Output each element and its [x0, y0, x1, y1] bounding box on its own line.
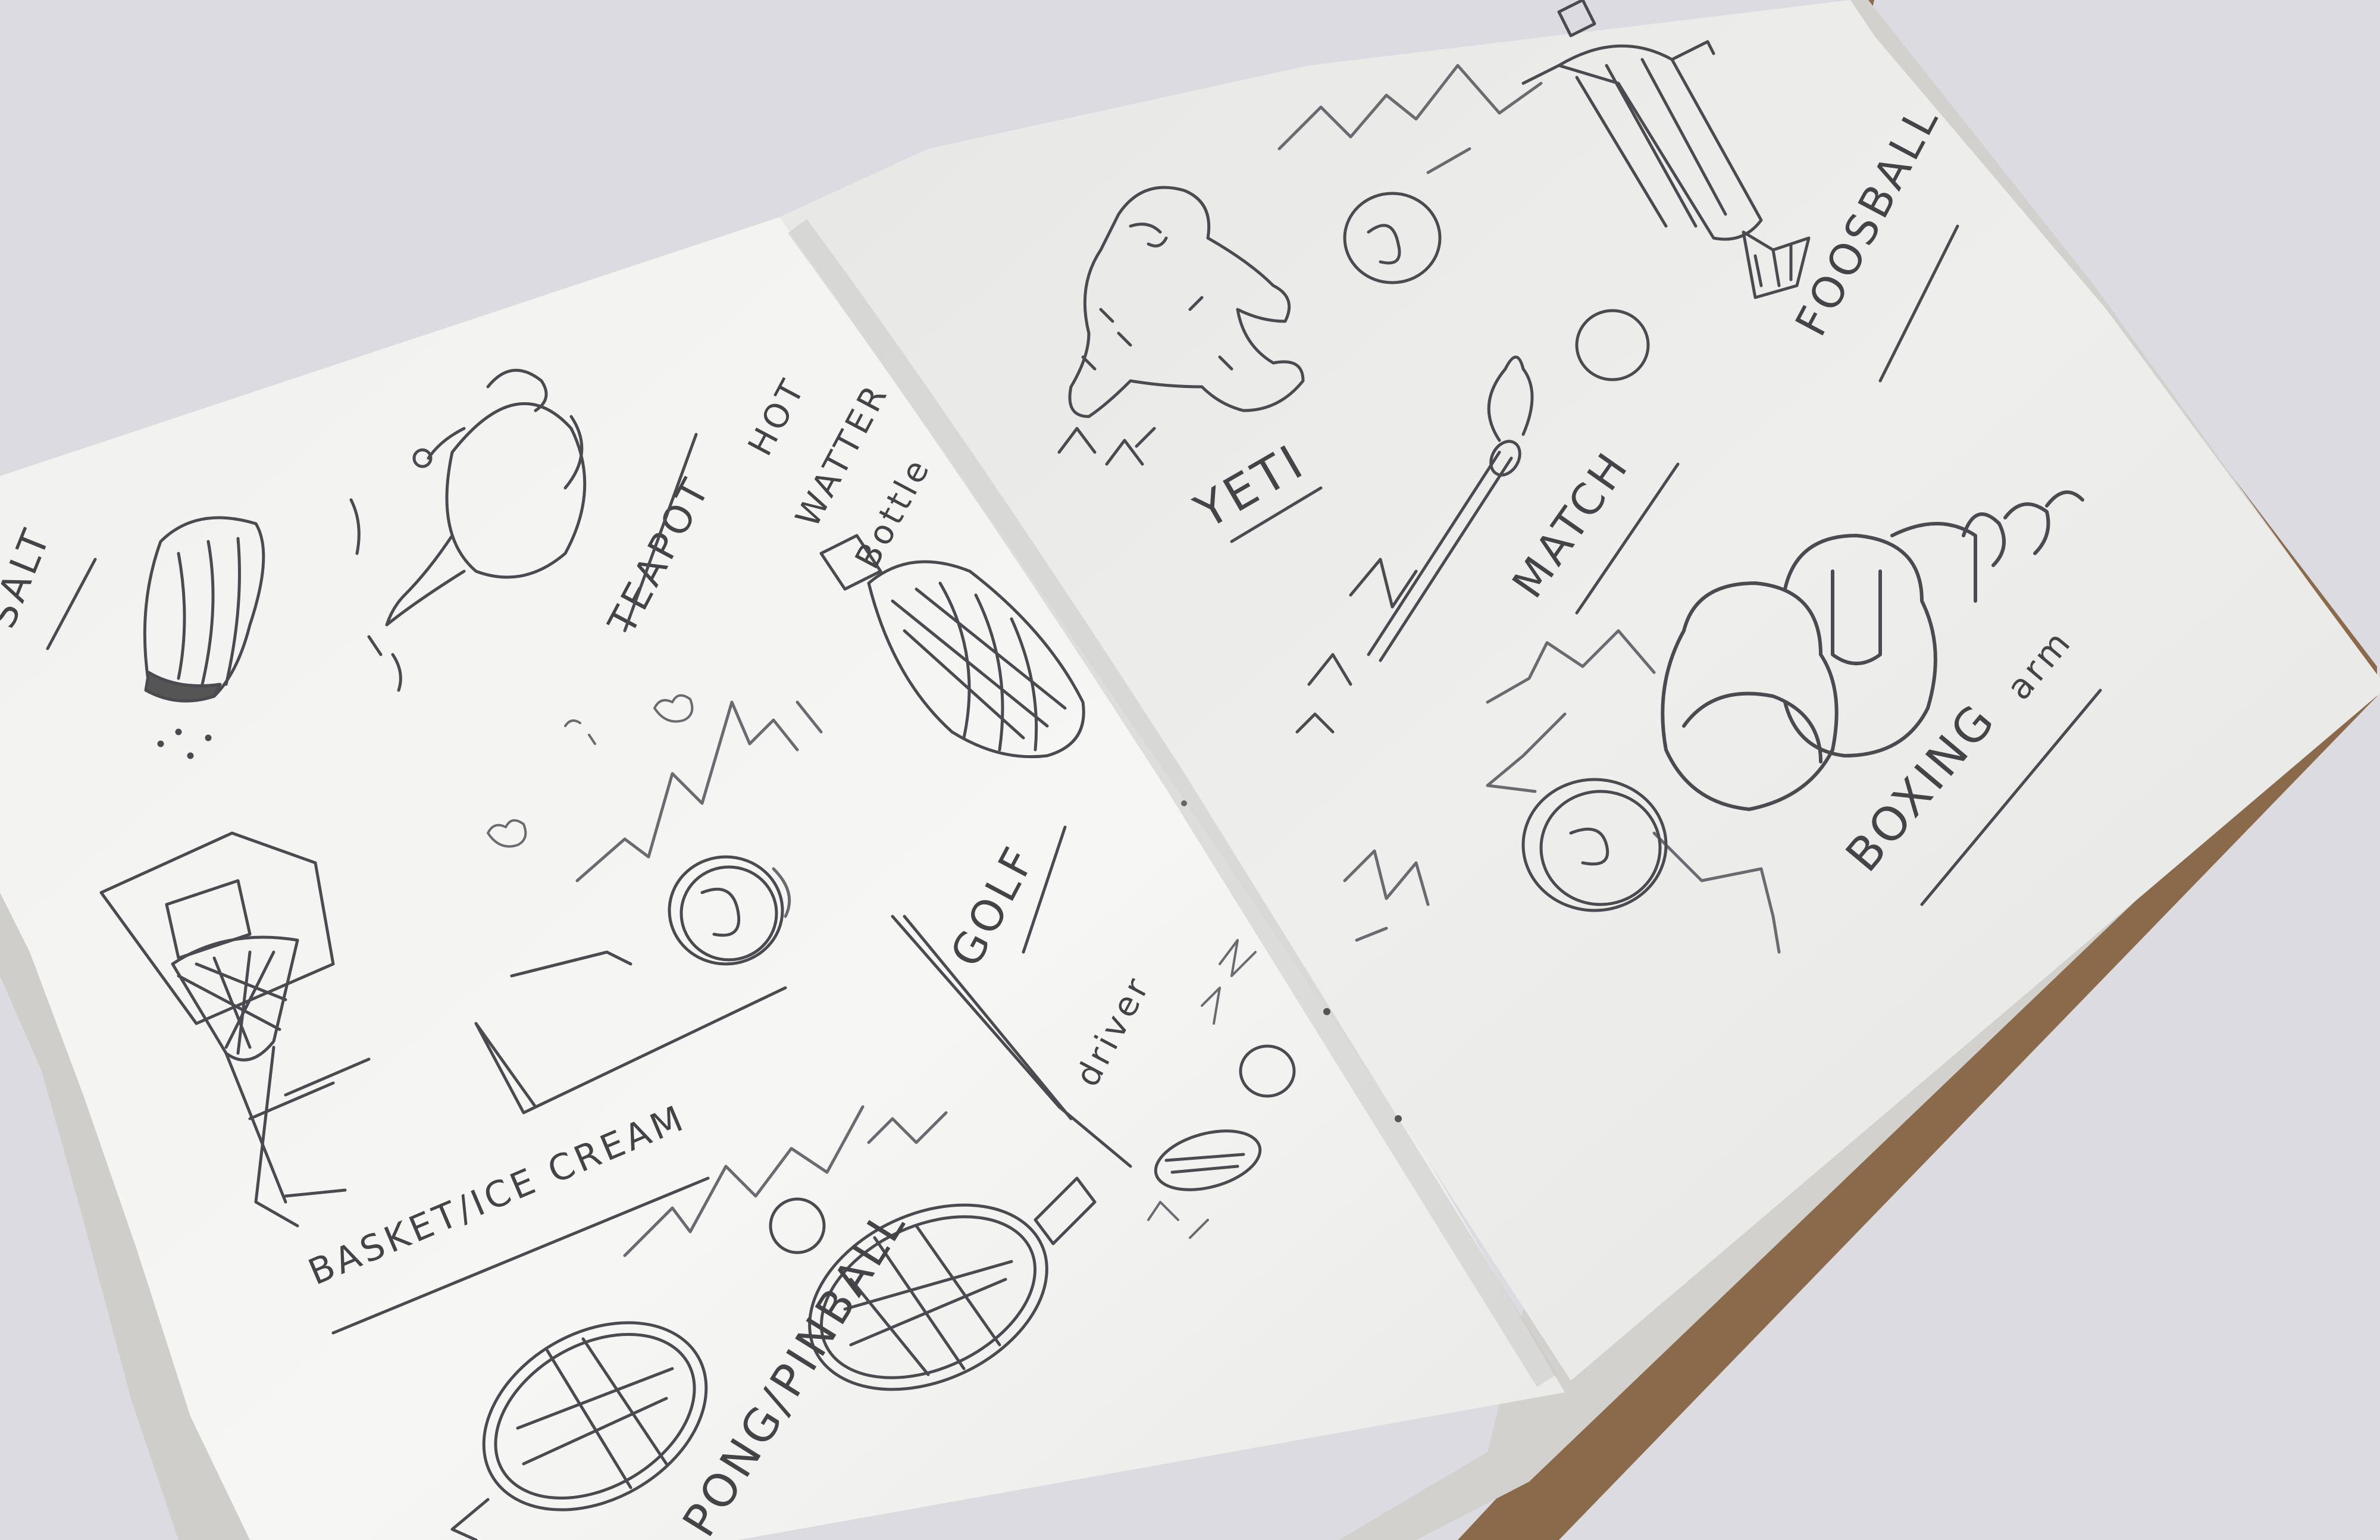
- stitch-hole: [1181, 800, 1187, 806]
- notebook-photo: SALT TEAPOT HOT WATTER Bottle GOLF drive…: [0, 0, 2380, 1540]
- stitch-hole: [1395, 1115, 1402, 1122]
- stitch-hole: [1323, 1008, 1330, 1015]
- photo-scene: SALT TEAPOT HOT WATTER Bottle GOLF drive…: [0, 0, 2380, 1540]
